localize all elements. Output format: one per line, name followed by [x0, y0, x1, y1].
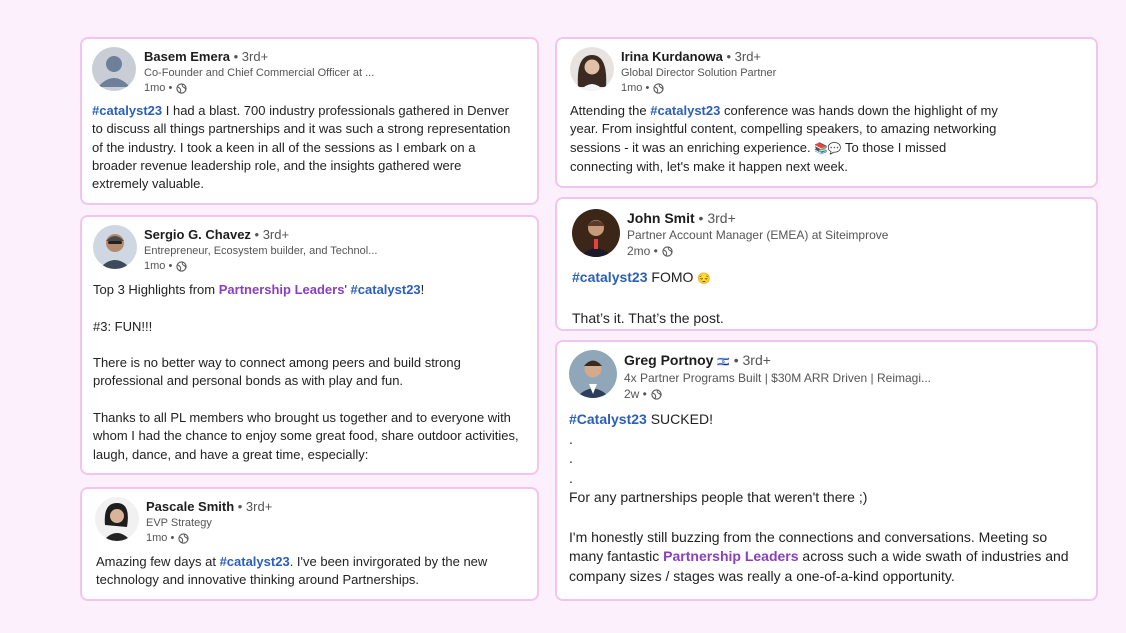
post-text: SUCKED! [646, 411, 713, 427]
globe-icon [662, 245, 673, 257]
post-body: #catalyst23 I had a blast. 700 industry … [92, 102, 520, 193]
hashtag-link[interactable]: #catalyst23 [351, 282, 421, 297]
post-card-pascale: Pascale Smith • 3rd+ EVP Strategy 1mo • … [80, 487, 539, 601]
hashtag-link[interactable]: #Catalyst23 [569, 411, 647, 427]
post-time: 1mo • [144, 82, 173, 94]
post-text: ! [420, 282, 425, 297]
author-title: Partner Account Manager (EMEA) at Siteim… [627, 228, 889, 242]
globe-icon [176, 260, 187, 272]
author-line: Pascale Smith • 3rd+ [146, 499, 272, 515]
mention-link[interactable]: Partnership Leaders [219, 282, 345, 297]
avatar[interactable] [93, 225, 137, 269]
mention-link[interactable]: Partnership Leaders [663, 548, 798, 564]
avatar[interactable] [92, 47, 136, 91]
post-meta: 1mo • [144, 81, 187, 95]
post-card-basem: Basem Emera • 3rd+ Co-Founder and Chief … [80, 37, 539, 205]
post-card-john: John Smit • 3rd+ Partner Account Manager… [555, 197, 1098, 331]
connection-degree: • 3rd+ [694, 210, 736, 226]
avatar[interactable] [572, 209, 620, 257]
globe-icon [651, 388, 662, 400]
post-text: For any partnerships people that weren't… [569, 489, 868, 506]
connection-degree: • 3rd+ [722, 49, 762, 64]
author-line: Greg Portnoy 🇮🇱 • 3rd+ [624, 352, 771, 371]
post-meta: 2w • [624, 387, 662, 401]
post-card-sergio: Sergio G. Chavez • 3rd+ Entrepreneur, Ec… [80, 215, 539, 475]
post-body: Amazing few days at #catalyst23. I've be… [96, 553, 526, 590]
post-body: Top 3 Highlights from Partnership Leader… [93, 281, 525, 464]
post-time: 1mo • [144, 260, 173, 272]
israel-flag-icon: 🇮🇱 [717, 357, 730, 368]
author-name[interactable]: Irina Kurdanowa [621, 49, 723, 64]
globe-icon [178, 532, 189, 544]
post-time: 2w • [624, 387, 647, 401]
author-name[interactable]: John Smit [627, 210, 695, 226]
author-name[interactable]: Sergio G. Chavez [144, 227, 251, 242]
books-speech-emoji-icon: 📚💬 [814, 142, 842, 155]
post-meta: 2mo • [627, 244, 673, 258]
post-text: #3: FUN!!! [93, 318, 153, 334]
post-body: #Catalyst23 SUCKED! . . . For any partne… [569, 410, 1084, 586]
author-line: John Smit • 3rd+ [627, 210, 736, 226]
post-meta: 1mo • [146, 531, 189, 545]
post-text: Thanks to all PL members who brought us … [93, 410, 519, 462]
post-text: Attending the [570, 103, 651, 118]
post-time: 1mo • [146, 532, 175, 544]
post-time: 1mo • [621, 82, 650, 94]
post-card-greg: Greg Portnoy 🇮🇱 • 3rd+ 4x Partner Progra… [555, 340, 1098, 601]
hashtag-link[interactable]: #catalyst23 [572, 269, 648, 285]
connection-degree: • 3rd+ [230, 49, 269, 64]
pensive-face-emoji-icon: 😔 [697, 273, 711, 285]
post-text: There is no better way to connect among … [93, 355, 461, 389]
post-text: That’s it. That’s the post. [572, 310, 724, 326]
author-line: Sergio G. Chavez • 3rd+ [144, 227, 289, 243]
connection-degree: • 3rd+ [250, 227, 290, 242]
author-name[interactable]: Basem Emera [144, 49, 230, 64]
hashtag-link[interactable]: #catalyst23 [220, 554, 290, 569]
author-title: Entrepreneur, Ecosystem builder, and Tec… [144, 245, 378, 257]
author-name[interactable]: Pascale Smith [146, 499, 234, 514]
post-text: . [569, 469, 573, 486]
post-text: . [569, 430, 573, 447]
hashtag-link[interactable]: #catalyst23 [650, 103, 720, 118]
post-body: #catalyst23 FOMO 😔 That’s it. That’s the… [572, 267, 1072, 328]
post-text: FOMO [647, 269, 698, 285]
author-title: Co-Founder and Chief Commercial Officer … [144, 67, 375, 79]
author-line: Irina Kurdanowa • 3rd+ [621, 49, 761, 65]
post-body: Attending the #catalyst23 conference was… [570, 102, 1002, 176]
globe-icon [176, 82, 187, 94]
globe-icon [653, 82, 664, 94]
author-title: 4x Partner Programs Built | $30M ARR Dri… [624, 371, 932, 385]
post-text: . [569, 450, 573, 467]
avatar[interactable] [570, 47, 614, 91]
hashtag-link[interactable]: #catalyst23 [92, 103, 162, 118]
post-meta: 1mo • [621, 81, 664, 95]
post-text: Top 3 Highlights from [93, 282, 219, 297]
author-name[interactable]: Greg Portnoy [624, 352, 713, 368]
connection-degree: • 3rd+ [234, 499, 273, 514]
post-text: Amazing few days at [96, 554, 220, 569]
post-card-irina: Irina Kurdanowa • 3rd+ Global Director S… [555, 37, 1098, 188]
author-line: Basem Emera • 3rd+ [144, 49, 268, 65]
author-title: EVP Strategy [146, 517, 212, 529]
connection-degree: • 3rd+ [729, 352, 771, 368]
post-time: 2mo • [627, 244, 658, 258]
avatar[interactable] [95, 497, 139, 541]
author-title: Global Director Solution Partner [621, 67, 777, 79]
avatar[interactable] [569, 350, 617, 398]
post-meta: 1mo • [144, 259, 187, 273]
